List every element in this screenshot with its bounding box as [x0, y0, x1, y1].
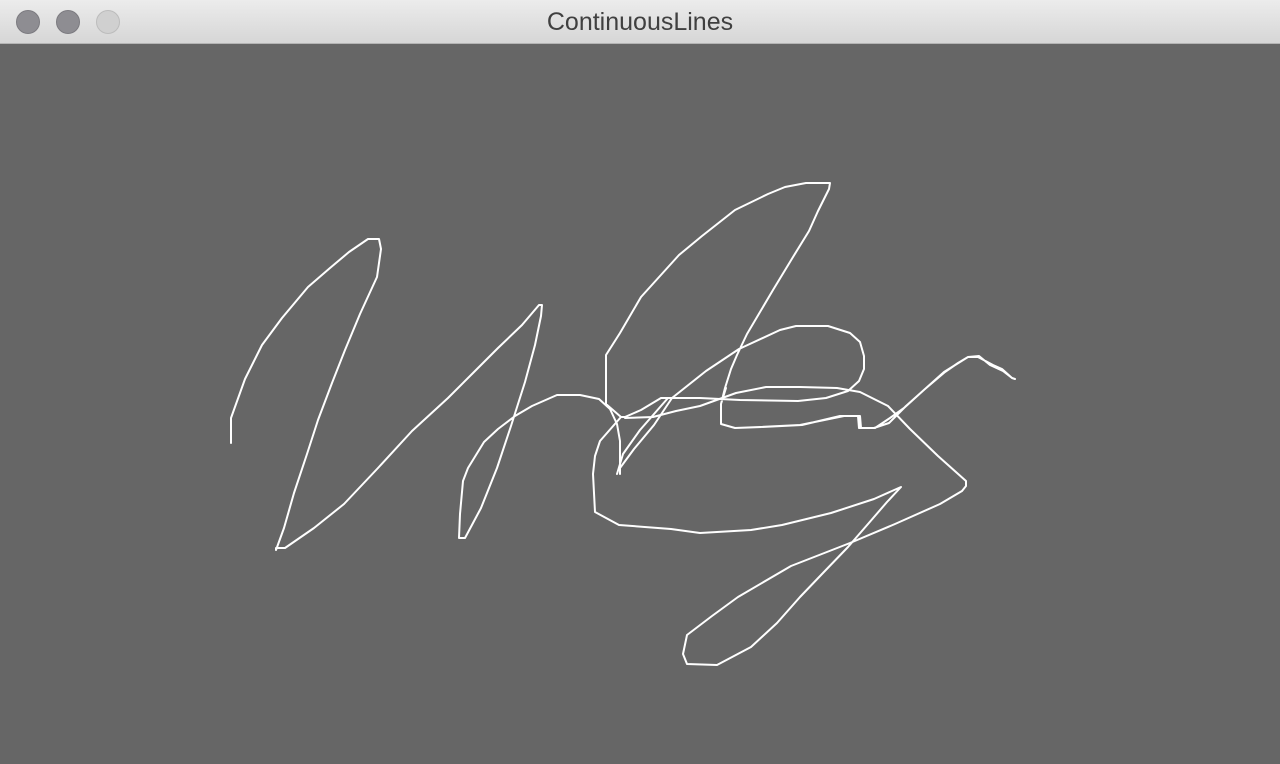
title-bar[interactable]: ContinuousLines: [0, 0, 1280, 44]
continuous-line-stroke-lower: [592, 386, 967, 666]
window-title: ContinuousLines: [546, 8, 734, 36]
continuous-line-stroke: [230, 182, 1016, 551]
drawing-canvas[interactable]: [0, 44, 1280, 764]
app-window: ContinuousLines: [0, 0, 1280, 764]
drawing-surface[interactable]: [0, 44, 1280, 764]
